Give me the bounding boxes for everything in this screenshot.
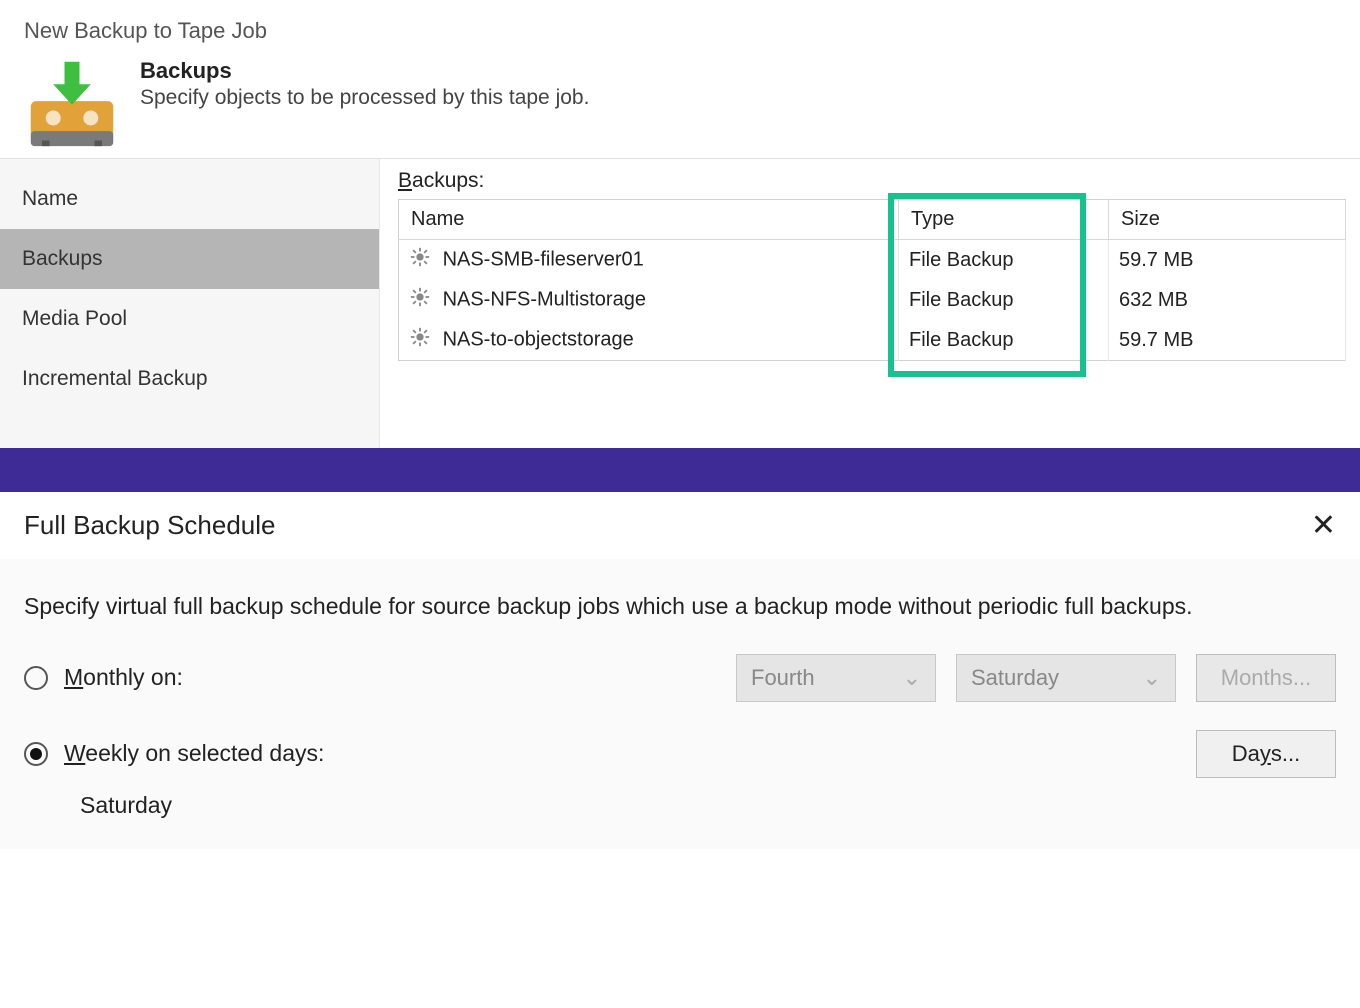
weekly-label[interactable]: Weekly on selected days: — [64, 740, 404, 767]
table-row[interactable]: NAS-NFS-Multistorage File Backup 632 MB — [399, 280, 1346, 320]
backup-size: 59.7 MB — [1109, 240, 1346, 281]
monthly-ordinal-combo[interactable]: Fourth ⌄ — [736, 654, 936, 702]
backup-size: 632 MB — [1109, 280, 1346, 320]
wizard-title: New Backup to Tape Job — [24, 18, 1340, 44]
chevron-down-icon: ⌄ — [1143, 665, 1161, 691]
nav-item-media-pool[interactable]: Media Pool — [0, 289, 379, 349]
backup-name: NAS-to-objectstorage — [443, 328, 634, 350]
backups-panel: Backups: Name Type Size NAS-SMB-fileserv… — [380, 159, 1360, 448]
close-icon[interactable]: ✕ — [1311, 511, 1336, 541]
dialog-header: Full Backup Schedule ✕ — [0, 492, 1360, 559]
monthly-label[interactable]: Monthly on: — [64, 664, 404, 691]
weekly-radio[interactable] — [24, 742, 48, 766]
col-header-name[interactable]: Name — [399, 200, 899, 240]
days-button[interactable]: Days... — [1196, 730, 1336, 778]
table-row[interactable]: NAS-to-objectstorage File Backup 59.7 MB — [399, 320, 1346, 361]
step-title: Backups — [140, 58, 589, 84]
gear-icon — [409, 286, 431, 314]
col-header-type[interactable]: Type — [899, 200, 1109, 240]
wizard-body: Name Backups Media Pool Incremental Back… — [0, 158, 1360, 448]
option-weekly: Weekly on selected days: Days... — [24, 730, 1336, 778]
backup-size: 59.7 MB — [1109, 320, 1346, 361]
nav-item-name[interactable]: Name — [0, 169, 379, 229]
step-description: Specify objects to be processed by this … — [140, 86, 589, 110]
full-backup-schedule-dialog: Full Backup Schedule ✕ Specify virtual f… — [0, 492, 1360, 849]
nav-item-backups[interactable]: Backups — [0, 229, 379, 289]
wizard-nav: Name Backups Media Pool Incremental Back… — [0, 159, 380, 448]
backup-name: NAS-SMB-fileserver01 — [443, 248, 644, 270]
backup-name: NAS-NFS-Multistorage — [443, 288, 646, 310]
weekly-selected-days: Saturday — [80, 792, 1336, 819]
backups-table[interactable]: Name Type Size NAS-SMB-fileserver01 File… — [398, 199, 1346, 361]
chevron-down-icon: ⌄ — [903, 665, 921, 691]
backup-type: File Backup — [899, 280, 1109, 320]
table-row[interactable]: NAS-SMB-fileserver01 File Backup 59.7 MB — [399, 240, 1346, 281]
months-button[interactable]: Months... — [1196, 654, 1336, 702]
backup-type: File Backup — [899, 320, 1109, 361]
backups-label: Backups: — [398, 169, 1346, 193]
monthly-day-combo[interactable]: Saturday ⌄ — [956, 654, 1176, 702]
option-monthly: Monthly on: Fourth ⌄ Saturday ⌄ Months..… — [24, 654, 1336, 702]
gear-icon — [409, 246, 431, 274]
dialog-title: Full Backup Schedule — [24, 510, 275, 541]
dialog-description: Specify virtual full backup schedule for… — [24, 589, 1336, 624]
backup-type: File Backup — [899, 240, 1109, 281]
col-header-size[interactable]: Size — [1109, 200, 1346, 240]
step-header: Backups Specify objects to be processed … — [24, 58, 1340, 148]
gear-icon — [409, 326, 431, 354]
monthly-radio[interactable] — [24, 666, 48, 690]
wizard-header: New Backup to Tape Job Backups Specify o… — [0, 0, 1360, 158]
separator-band — [0, 448, 1360, 492]
tape-job-icon — [24, 58, 120, 148]
nav-item-incremental-backup[interactable]: Incremental Backup — [0, 349, 379, 409]
